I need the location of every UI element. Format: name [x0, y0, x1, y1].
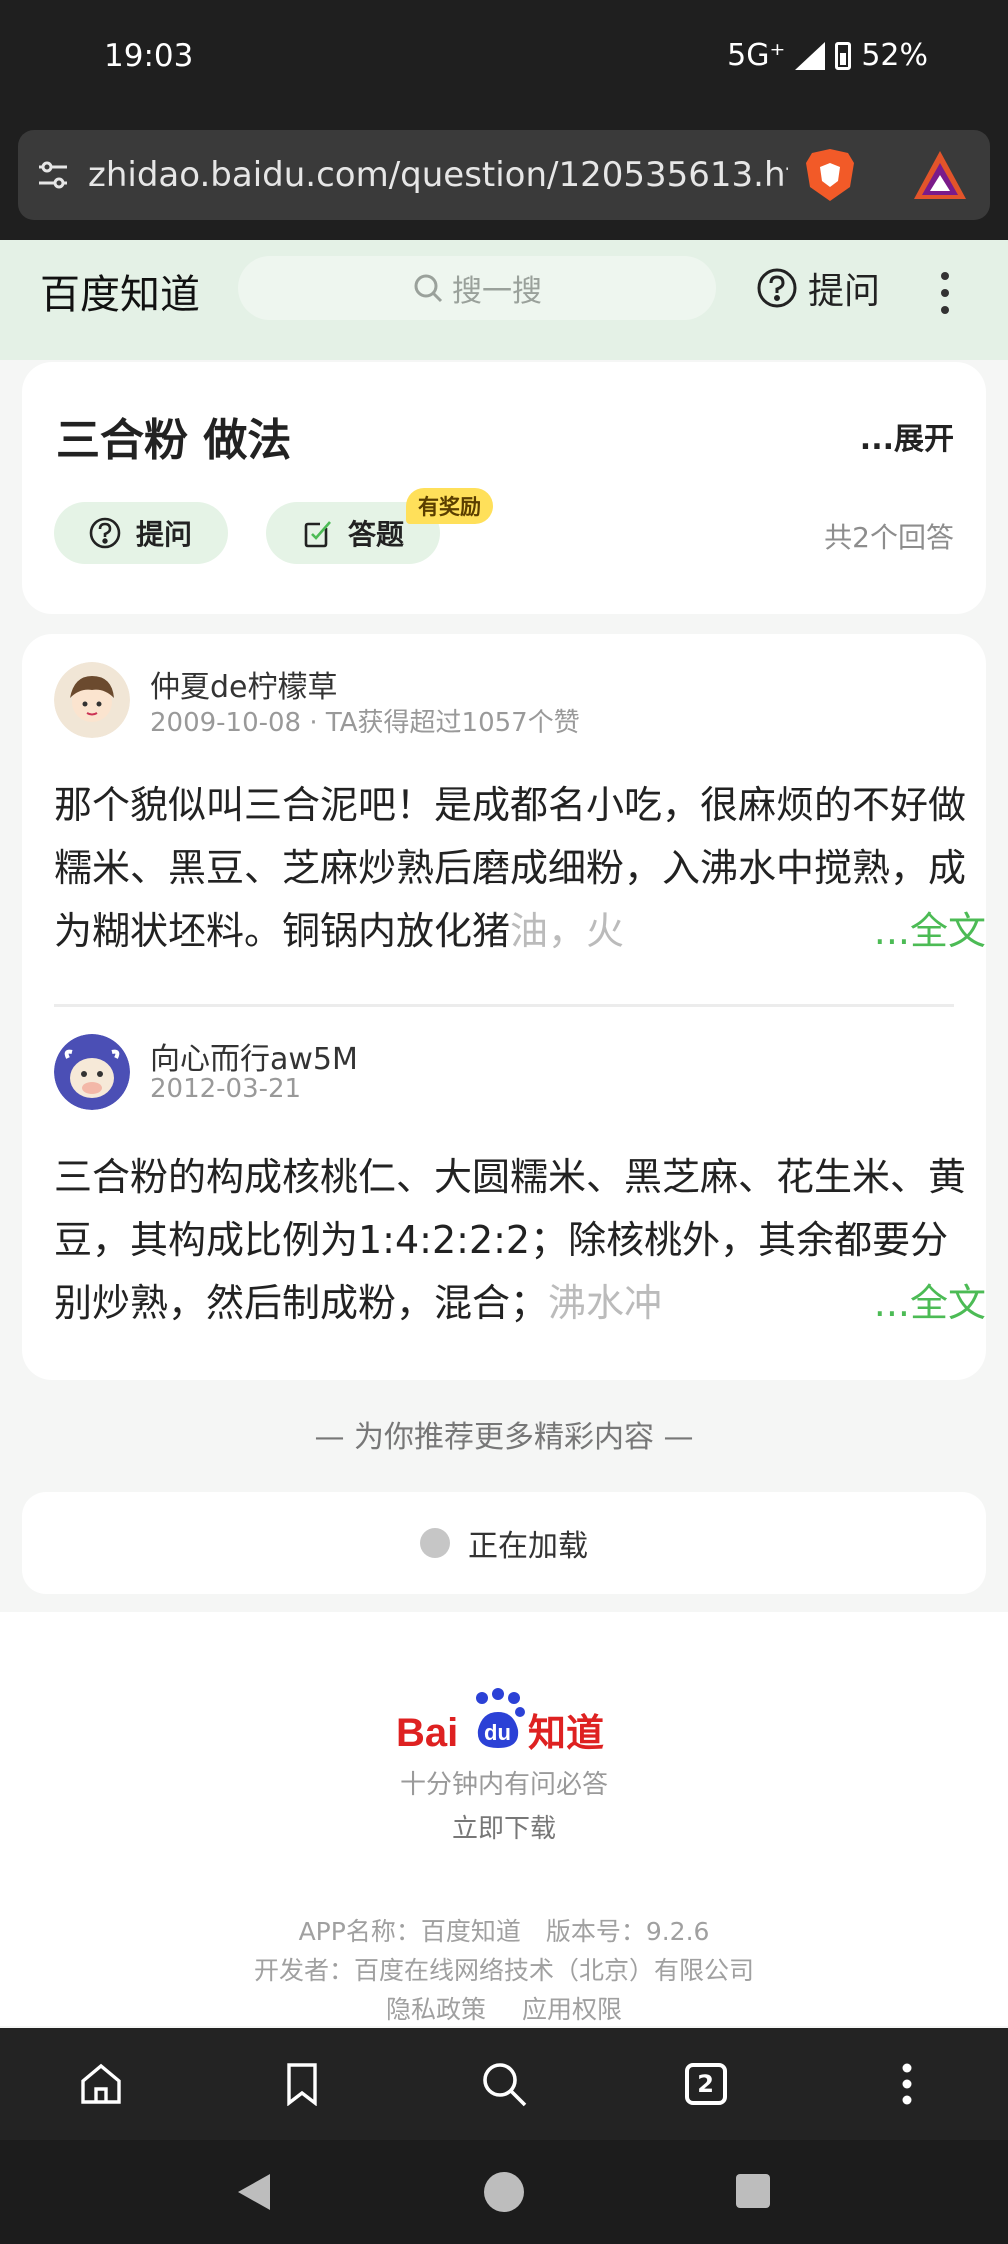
battery-label: 52% — [861, 38, 928, 73]
question-bubble-icon — [89, 517, 121, 549]
back-icon[interactable] — [236, 2172, 272, 2212]
browser-toolbar: 2 — [0, 2028, 1008, 2140]
baidu-zhidao-logo[interactable]: Bai du 知道 — [396, 1686, 612, 1758]
slogan-text: 十分钟内有问必答 — [399, 1770, 608, 1800]
footer-links: 隐私政策 应用权限 — [0, 1990, 1008, 2029]
privacy-policy-link[interactable]: 隐私政策 — [386, 1995, 486, 2024]
read-full-link[interactable]: ...全文 — [813, 1272, 986, 1335]
answer-divider — [54, 1004, 954, 1007]
site-logo[interactable]: 百度知道 — [40, 262, 200, 320]
question-card: 三合粉 做法 ...展开 提问 答题 有奖励 共2个回答 — [22, 362, 986, 614]
answer-meta: 2009-10-08 · TA获得超过1057个赞 — [150, 708, 580, 738]
question-title: 三合粉 做法 — [56, 415, 292, 466]
read-full-link[interactable]: ...全文 — [813, 900, 986, 963]
address-bar[interactable]: zhidao.baidu.com/question/120535613.htm — [18, 130, 990, 220]
bookmark-icon — [287, 2063, 318, 2106]
brave-shields-icon[interactable] — [804, 147, 856, 203]
recommend-divider: — 为你推荐更多精彩内容 — — [314, 1420, 694, 1455]
loading-spinner-icon — [420, 1528, 450, 1558]
url-text[interactable]: zhidao.baidu.com/question/120535613.htm — [88, 155, 788, 195]
reward-badge: 有奖励 — [406, 488, 493, 524]
app-info: APP名称：百度知道 版本号：9.2.6 开发者：百度在线网络技术（北京）有限公… — [0, 1912, 1008, 2029]
home-button[interactable] — [61, 2044, 141, 2124]
answer-text-faded: 油，火 — [510, 909, 625, 953]
answer-username[interactable]: 仲夏de柠檬草 — [150, 662, 338, 706]
site-header: 百度知道 搜一搜 提问 — [0, 240, 1008, 360]
more-options-icon[interactable] — [930, 268, 960, 318]
brand-zhidao: 知道 — [528, 1711, 604, 1755]
status-time: 19:03 — [104, 38, 194, 74]
download-link[interactable]: 立即下载 — [0, 1808, 1008, 1845]
ask-pill-button[interactable]: 提问 — [54, 502, 228, 564]
developer-info: 开发者：百度在线网络技术（北京）有限公司 — [253, 1956, 754, 1985]
search-icon — [414, 274, 443, 303]
home-icon — [81, 2063, 121, 2104]
more-vertical-icon — [902, 2063, 912, 2105]
brave-rewards-icon[interactable] — [912, 149, 968, 201]
app-name-version: APP名称：百度知道 版本号：9.2.6 — [298, 1917, 710, 1946]
site-settings-icon[interactable] — [18, 130, 88, 220]
brand-bai: Bai — [396, 1711, 458, 1755]
loading-label: 正在加载 — [468, 1529, 588, 1564]
brand-du: du — [484, 1720, 511, 1745]
ask-question-button[interactable]: 提问 — [756, 262, 880, 314]
search-box[interactable]: 搜一搜 — [238, 256, 716, 320]
battery-icon — [835, 41, 852, 70]
user-avatar[interactable] — [54, 1034, 130, 1110]
app-permissions-link[interactable]: 应用权限 — [522, 1995, 622, 2024]
search-icon — [483, 2063, 527, 2107]
ask-pill-label: 提问 — [136, 518, 193, 551]
home-nav-icon[interactable] — [484, 2172, 524, 2212]
signal-icon — [795, 41, 826, 70]
tab-count: 2 — [684, 2063, 727, 2105]
user-avatar[interactable] — [54, 662, 130, 738]
network-label: 5G⁺ — [727, 38, 786, 73]
search-button[interactable] — [464, 2044, 544, 2124]
status-icons: 5G⁺ 52% — [727, 38, 928, 73]
answer-username[interactable]: 向心而行aw5M — [150, 1034, 358, 1078]
system-nav-bar — [0, 2140, 1008, 2244]
browser-address-area: zhidao.baidu.com/question/120535613.htm — [0, 110, 1008, 240]
ask-label: 提问 — [808, 271, 881, 312]
bookmark-button[interactable] — [262, 2044, 342, 2124]
question-circle-icon — [757, 268, 797, 308]
answer-body[interactable]: 三合粉的构成核桃仁、大圆糯米、黑芝麻、花生米、黄豆，其构成比例为1:4:2:2:… — [54, 1146, 986, 1335]
answer-text-faded: 沸水冲 — [548, 1281, 663, 1325]
answer-count: 共2个回答 — [824, 521, 954, 554]
answers-card: 仲夏de柠檬草 2009-10-08 · TA获得超过1057个赞 那个貌似叫三… — [22, 634, 986, 1380]
recents-icon[interactable] — [736, 2174, 770, 2208]
tabs-button[interactable]: 2 — [666, 2044, 746, 2124]
edit-check-icon — [304, 521, 331, 548]
loading-indicator: 正在加载 — [22, 1492, 986, 1594]
answer-meta: 2012-03-21 — [150, 1074, 302, 1104]
page-footer: Bai du 知道 十分钟内有问必答 立即下载 APP名称：百度知道 版本号：9… — [0, 1612, 1008, 2026]
expand-link[interactable]: ...展开 — [860, 414, 954, 458]
answer-body[interactable]: 那个貌似叫三合泥吧！是成都名小吃，很麻烦的不好做 糯米、黑豆、芝麻炒熟后磨成细粉… — [54, 774, 986, 963]
answer-pill-label: 答题 — [348, 518, 405, 551]
browser-menu-button[interactable] — [867, 2044, 947, 2124]
search-placeholder: 搜一搜 — [452, 274, 542, 309]
